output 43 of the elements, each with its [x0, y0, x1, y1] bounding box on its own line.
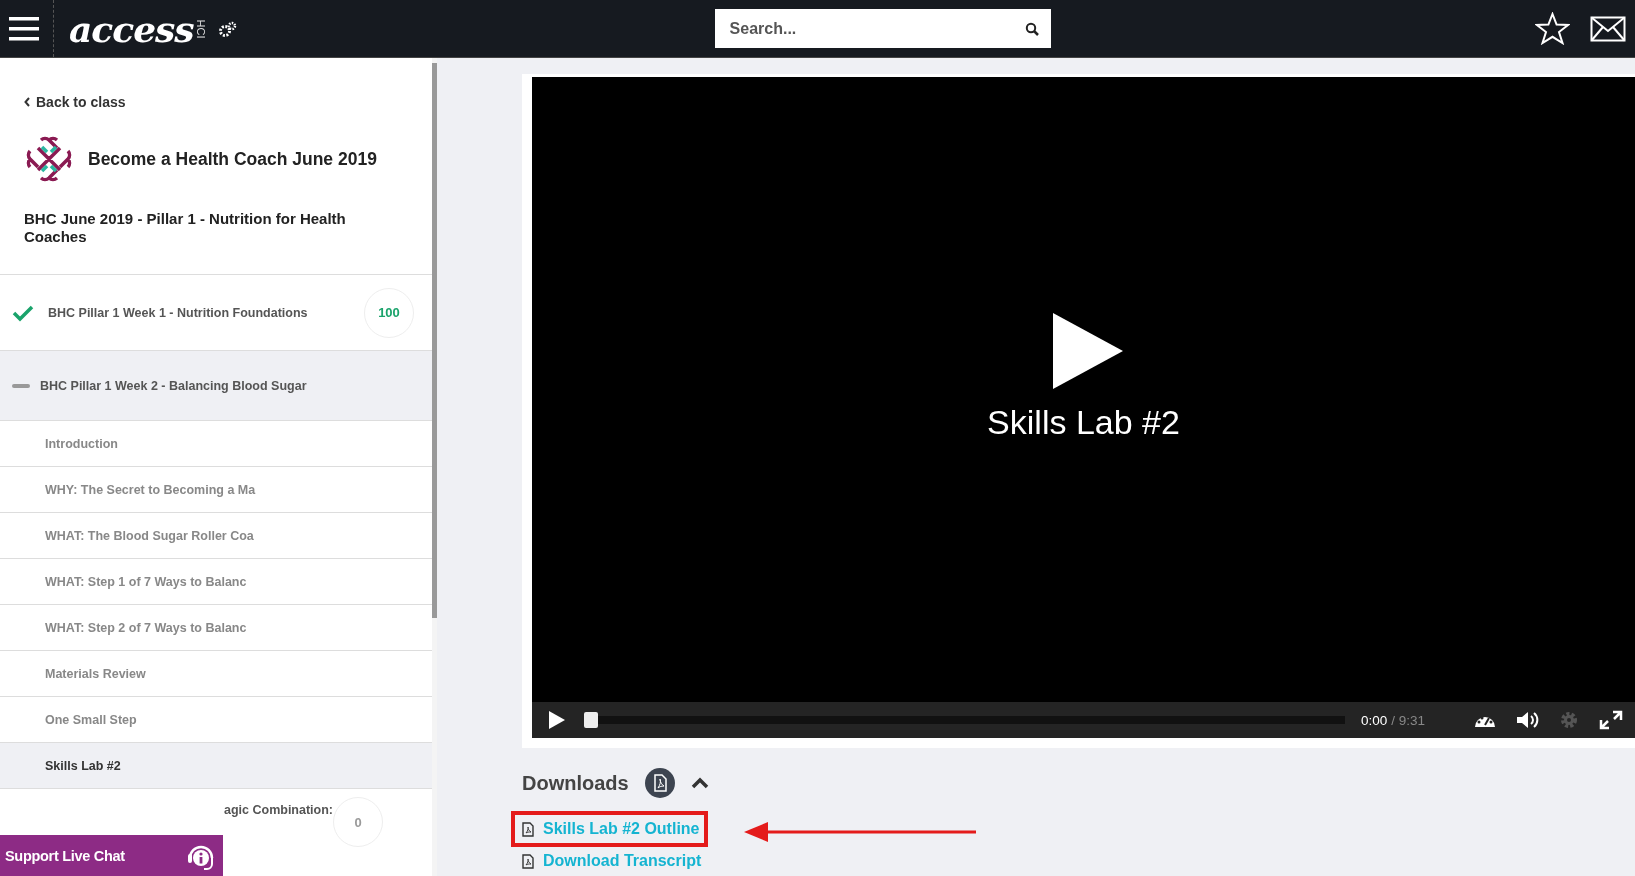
lesson-item[interactable]: WHAT: Step 2 of 7 Ways to Balanc	[0, 604, 432, 650]
lesson-item[interactable]: WHAT: Step 1 of 7 Ways to Balanc	[0, 558, 432, 604]
video-frame[interactable]: Skills Lab #2 0:00 / 9:31	[532, 77, 1635, 738]
course-title: Become a Health Coach June 2019	[88, 148, 377, 170]
play-icon[interactable]	[548, 710, 566, 730]
chevron-up-icon[interactable]	[690, 777, 709, 789]
lesson-item[interactable]: Introduction	[0, 420, 432, 466]
menu-icon[interactable]	[9, 16, 39, 41]
live-chat-button[interactable]: Support Live Chat	[0, 835, 223, 876]
mail-icon[interactable]	[1590, 15, 1626, 42]
lesson-item[interactable]: Materials Review	[0, 650, 432, 696]
module-title: agic Combination:	[224, 803, 334, 817]
downloads-heading: Downloads	[522, 771, 629, 795]
chevron-left-icon	[24, 97, 31, 107]
current-time: 0:00	[1360, 712, 1388, 728]
search-field[interactable]: Search...	[714, 9, 1051, 48]
progress-thumb[interactable]	[584, 712, 598, 728]
logo-tag: HCI	[195, 19, 208, 38]
search-icon[interactable]	[1024, 22, 1039, 36]
scrollbar-thumb[interactable]	[432, 63, 437, 618]
module-title: BHC Pillar 1 Week 2 - Balancing Blood Sugar	[40, 378, 308, 393]
module-item[interactable]: BHC Pillar 1 Week 2 - Balancing Blood Sugar	[0, 350, 432, 420]
pdf-file-icon[interactable]	[522, 853, 534, 869]
duration: / 9:31	[1391, 712, 1425, 728]
play-icon[interactable]	[1052, 313, 1123, 389]
volume-icon[interactable]	[1515, 710, 1539, 730]
module-title: BHC Pillar 1 Week 1 - Nutrition Foundations	[48, 305, 309, 320]
score-badge: 0	[333, 797, 384, 847]
back-link[interactable]: Back to class	[24, 94, 126, 110]
fullscreen-icon[interactable]	[1599, 710, 1623, 730]
section-title: BHC June 2019 - Pillar 1 - Nutrition for Health Coaches	[24, 210, 347, 246]
video-title: Skills Lab #2	[987, 403, 1180, 442]
knot-logo-icon	[24, 134, 74, 184]
star-icon[interactable]	[1535, 12, 1570, 45]
lesson-item[interactable]: Skills Lab #2	[0, 742, 432, 788]
file-link[interactable]: Skills Lab #2 Outline	[522, 818, 704, 840]
pdf-file-icon[interactable]	[522, 821, 534, 837]
file-link[interactable]: Download Transcript	[522, 850, 706, 872]
pdf-icon[interactable]	[644, 768, 675, 798]
gears-icon[interactable]	[218, 20, 237, 37]
logo-text[interactable]: access	[69, 7, 194, 50]
lesson-item[interactable]: WHY: The Secret to Becoming a Ma	[0, 466, 432, 512]
lesson-item[interactable]: WHAT: The Blood Sugar Roller Coa	[0, 512, 432, 558]
